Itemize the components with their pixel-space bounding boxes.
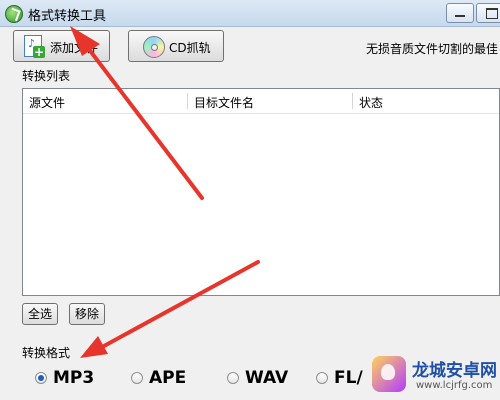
radio-selected-icon[interactable]	[35, 372, 47, 384]
plus-icon: +	[33, 45, 45, 59]
file-list-header: 源文件 目标文件名 状态	[23, 89, 499, 114]
column-separator[interactable]	[187, 93, 188, 109]
minimize-icon	[455, 15, 465, 17]
format-label-wav: WAV	[245, 368, 289, 388]
format-group-label: 转换格式	[22, 346, 71, 360]
format-label-ape: APE	[149, 368, 187, 388]
radio-unselected-icon[interactable]	[131, 372, 143, 384]
add-file-button[interactable]: + 添加文件	[13, 30, 110, 62]
minimize-button[interactable]	[446, 3, 474, 23]
file-list[interactable]: 源文件 目标文件名 状态	[22, 88, 500, 296]
maximize-icon	[486, 8, 498, 19]
add-file-label: 添加文件	[50, 41, 99, 55]
remove-button[interactable]: 移除	[69, 303, 105, 325]
watermark-url: www.lcjrfg.com	[416, 380, 493, 391]
column-separator[interactable]	[352, 93, 353, 109]
cd-rip-button[interactable]: CD抓轨	[128, 30, 224, 62]
cd-rip-label: CD抓轨	[169, 41, 211, 55]
column-header-source[interactable]: 源文件	[29, 94, 65, 111]
window-title: 格式转换工具	[28, 9, 107, 24]
app-logo-icon	[5, 5, 23, 23]
column-header-target[interactable]: 目标文件名	[194, 94, 254, 111]
radio-unselected-icon[interactable]	[227, 372, 239, 384]
radio-unselected-icon[interactable]	[316, 372, 328, 384]
format-label-mp3: MP3	[53, 368, 95, 388]
file-list-group-label: 转换列表	[22, 69, 71, 83]
cd-hand-icon	[143, 36, 165, 58]
watermark-logo-icon	[372, 356, 406, 392]
slogan-text: 无损音质文件切割的最佳	[366, 42, 499, 56]
format-label-flac: FL/	[334, 368, 363, 388]
watermark: 龙城安卓网 www.lcjrfg.com	[372, 352, 500, 400]
watermark-name: 龙城安卓网	[412, 361, 497, 381]
select-all-button[interactable]: 全选	[22, 303, 58, 325]
column-header-status[interactable]: 状态	[359, 94, 383, 111]
arrowhead-format	[80, 336, 108, 358]
title-bar: 格式转换工具	[0, 0, 500, 27]
maximize-button[interactable]	[476, 3, 500, 23]
